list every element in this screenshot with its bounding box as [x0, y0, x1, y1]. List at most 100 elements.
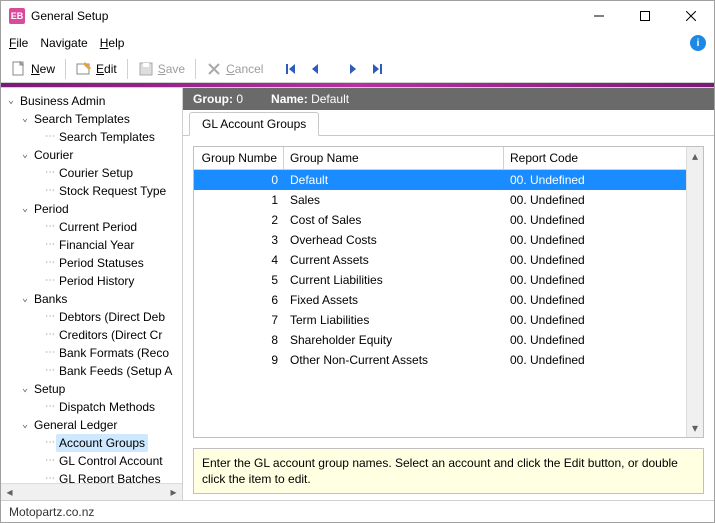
tabstrip: GL Account Groups	[183, 110, 714, 136]
cell-report-code: 00. Undefined	[504, 293, 686, 307]
nav-next-icon	[347, 63, 359, 75]
close-button[interactable]	[668, 1, 714, 31]
hint-bar: Enter the GL account group names. Select…	[193, 448, 704, 494]
menu-navigate[interactable]: Navigate	[40, 36, 87, 50]
cell-group-name: Term Liabilities	[284, 313, 504, 327]
table-row[interactable]: 6Fixed Assets00. Undefined	[194, 290, 686, 310]
header-group-value: 0	[236, 92, 243, 106]
nav-prev-button[interactable]	[305, 59, 325, 79]
tree-dots-icon: ⋯	[45, 128, 54, 146]
col-report-code[interactable]: Report Code	[504, 147, 686, 169]
tree-financial-year[interactable]: Financial Year	[56, 236, 137, 254]
maximize-icon	[640, 11, 650, 21]
header-group-label: Group:	[193, 92, 233, 106]
table-row[interactable]: 8Shareholder Equity00. Undefined	[194, 330, 686, 350]
tree-business-admin[interactable]: Business Admin	[17, 92, 108, 110]
tree-period-statuses[interactable]: Period Statuses	[56, 254, 147, 272]
help-icon[interactable]: i	[690, 35, 706, 51]
tree-gl-report-batches[interactable]: GL Report Batches	[56, 470, 164, 483]
scroll-up-icon[interactable]: ▴	[687, 147, 703, 164]
table-row[interactable]: 3Overhead Costs00. Undefined	[194, 230, 686, 250]
nav-tree[interactable]: ⌄Business Admin ⌄Search Templates ⋯Searc…	[1, 88, 182, 483]
col-group-number[interactable]: Group Numbe	[194, 147, 284, 169]
header-name-value: Default	[311, 92, 349, 106]
tree-account-groups[interactable]: Account Groups	[56, 434, 148, 452]
nav-last-icon	[371, 63, 383, 75]
table-row[interactable]: 2Cost of Sales00. Undefined	[194, 210, 686, 230]
cell-report-code: 00. Undefined	[504, 233, 686, 247]
cell-group-number: 3	[194, 233, 284, 247]
table-row[interactable]: 7Term Liabilities00. Undefined	[194, 310, 686, 330]
cell-report-code: 00. Undefined	[504, 273, 686, 287]
cell-report-code: 00. Undefined	[504, 193, 686, 207]
tab-gl-account-groups[interactable]: GL Account Groups	[189, 112, 319, 136]
col-group-name[interactable]: Group Name	[284, 147, 504, 169]
grid-vertical-scrollbar[interactable]: ▴ ▾	[686, 147, 703, 437]
grid-header: Group Numbe Group Name Report Code	[194, 147, 686, 170]
toolbar: New Edit Save Cancel	[1, 55, 714, 83]
cell-group-number: 0	[194, 173, 284, 187]
toolbar-sep	[195, 59, 196, 79]
tree-courier-setup[interactable]: Courier Setup	[56, 164, 136, 182]
nav-next-button[interactable]	[343, 59, 363, 79]
chevron-down-icon[interactable]: ⌄	[19, 146, 31, 164]
chevron-down-icon[interactable]: ⌄	[19, 200, 31, 218]
table-row[interactable]: 9Other Non-Current Assets00. Undefined	[194, 350, 686, 370]
tree-period[interactable]: Period	[31, 200, 72, 218]
statusbar: Motopartz.co.nz	[1, 500, 714, 522]
cell-group-name: Cost of Sales	[284, 213, 504, 227]
chevron-down-icon[interactable]: ⌄	[5, 92, 17, 110]
scroll-right-icon[interactable]: ▸	[165, 484, 182, 501]
tree-dispatch[interactable]: Dispatch Methods	[56, 398, 158, 416]
cell-group-name: Current Liabilities	[284, 273, 504, 287]
cell-report-code: 00. Undefined	[504, 253, 686, 267]
tree-current-period[interactable]: Current Period	[56, 218, 140, 236]
nav-last-button[interactable]	[367, 59, 387, 79]
cell-group-name: Overhead Costs	[284, 233, 504, 247]
tree-search-templates[interactable]: Search Templates	[31, 110, 133, 128]
tree-courier[interactable]: Courier	[31, 146, 76, 164]
toolbar-sep	[65, 59, 66, 79]
maximize-button[interactable]	[622, 1, 668, 31]
tree-gl-control[interactable]: GL Control Account	[56, 452, 166, 470]
chevron-down-icon[interactable]: ⌄	[19, 110, 31, 128]
table-row[interactable]: 4Current Assets00. Undefined	[194, 250, 686, 270]
table-row[interactable]: 5Current Liabilities00. Undefined	[194, 270, 686, 290]
tree-bank-formats[interactable]: Bank Formats (Reco	[56, 344, 172, 362]
chevron-down-icon[interactable]: ⌄	[19, 416, 31, 434]
table-row[interactable]: 0Default00. Undefined	[194, 170, 686, 190]
tree-general-ledger[interactable]: General Ledger	[31, 416, 120, 434]
tree-setup[interactable]: Setup	[31, 380, 68, 398]
minimize-button[interactable]	[576, 1, 622, 31]
tree-stock-request-type[interactable]: Stock Request Type	[56, 182, 169, 200]
scroll-left-icon[interactable]: ◂	[1, 484, 18, 501]
menubar: File Navigate Help i	[1, 31, 714, 55]
tree-panel: ⌄Business Admin ⌄Search Templates ⋯Searc…	[1, 88, 183, 500]
chevron-down-icon[interactable]: ⌄	[19, 380, 31, 398]
tree-creditors[interactable]: Creditors (Direct Cr	[56, 326, 165, 344]
tree-period-history[interactable]: Period History	[56, 272, 137, 290]
cell-group-number: 6	[194, 293, 284, 307]
menu-help[interactable]: Help	[100, 36, 125, 50]
scroll-down-icon[interactable]: ▾	[687, 420, 703, 437]
cell-group-number: 4	[194, 253, 284, 267]
grid-body[interactable]: 0Default00. Undefined1Sales00. Undefined…	[194, 170, 686, 437]
grid: Group Numbe Group Name Report Code 0Defa…	[193, 146, 704, 438]
cell-group-number: 8	[194, 333, 284, 347]
cancel-icon	[206, 61, 222, 77]
tree-horizontal-scrollbar[interactable]: ◂ ▸	[1, 483, 182, 500]
cell-group-number: 2	[194, 213, 284, 227]
menu-file[interactable]: File	[9, 36, 28, 50]
edit-button[interactable]: Edit	[72, 59, 121, 79]
tree-debtors[interactable]: Debtors (Direct Deb	[56, 308, 168, 326]
tree-bank-feeds[interactable]: Bank Feeds (Setup A	[56, 362, 175, 380]
cell-group-name: Current Assets	[284, 253, 504, 267]
chevron-down-icon[interactable]: ⌄	[19, 290, 31, 308]
new-button[interactable]: New	[7, 59, 59, 79]
tree-banks[interactable]: Banks	[31, 290, 70, 308]
cell-report-code: 00. Undefined	[504, 333, 686, 347]
nav-first-button[interactable]	[281, 59, 301, 79]
table-row[interactable]: 1Sales00. Undefined	[194, 190, 686, 210]
content-panel: Group: 0 Name: Default GL Account Groups…	[183, 88, 714, 500]
tree-search-templates-child[interactable]: Search Templates	[56, 128, 158, 146]
